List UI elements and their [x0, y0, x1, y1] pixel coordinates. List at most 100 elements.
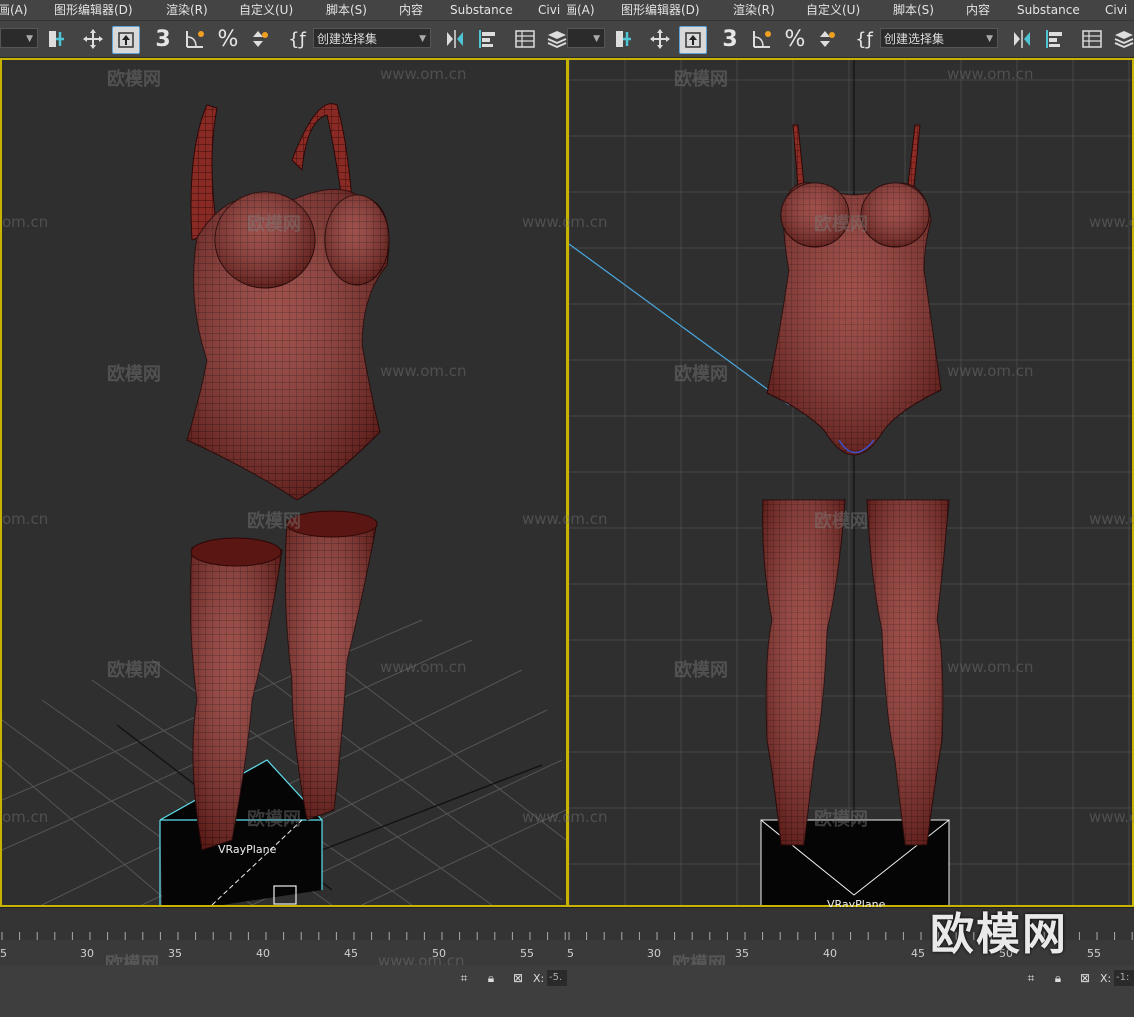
bodysuit-mesh[interactable] — [186, 103, 390, 501]
chevron-down-icon: ▼ — [26, 34, 33, 44]
watermark-cn: 欧模网 — [107, 69, 161, 90]
isolate-selection-icon[interactable]: ⌗ — [456, 971, 472, 987]
menu-rendering[interactable]: 渲染(R) — [166, 0, 208, 20]
percent-snap-icon[interactable]: % — [215, 26, 241, 52]
reference-coord-dropdown[interactable]: ▼ — [567, 28, 605, 48]
watermark-url: www.om.cn — [947, 658, 1034, 676]
watermark-url: www.om.cn — [1089, 213, 1134, 231]
menu-civil[interactable]: Civi — [1105, 0, 1127, 20]
3d-snap-icon[interactable]: 3 — [717, 26, 743, 52]
mirror-icon[interactable] — [442, 26, 468, 52]
scene-explorer-icon[interactable] — [512, 26, 538, 52]
coord-x-field[interactable]: -1: — [1114, 970, 1134, 986]
coord-x-label: X: — [1100, 972, 1112, 985]
stocking-left-mesh[interactable] — [762, 499, 846, 846]
menu-content[interactable]: 内容 — [399, 0, 423, 20]
watermark-url: www.om.cn — [522, 510, 567, 528]
select-object-icon[interactable] — [679, 26, 707, 54]
watermark-cn: 欧模网 — [247, 214, 301, 235]
align-icon[interactable] — [1042, 26, 1068, 52]
angle-snap-icon[interactable] — [749, 26, 775, 52]
watermark-url: www.om.cn — [567, 808, 608, 826]
reference-coord-dropdown[interactable]: ▼ — [0, 28, 38, 48]
layer-explorer-icon[interactable] — [1111, 26, 1134, 52]
menu-graph-editors[interactable]: 图形编辑器(D) — [54, 0, 133, 20]
ortho-grid — [569, 60, 1132, 905]
snap-toggle-icon[interactable] — [44, 26, 70, 52]
watermark-fragment: om.cn — [2, 808, 49, 826]
frame-number: 40 — [256, 947, 270, 960]
frame-number: 55 — [520, 947, 534, 960]
frame-number: 45 — [344, 947, 358, 960]
frame-number: 5 — [567, 947, 574, 960]
menu-content[interactable]: 内容 — [966, 0, 990, 20]
edit-named-selection-icon[interactable]: {ƒ — [284, 26, 310, 52]
named-selection-text: 创建选择集 — [317, 32, 378, 46]
mirror-icon[interactable] — [1009, 26, 1035, 52]
snap-toggle-icon[interactable] — [611, 26, 637, 52]
spinner-snap-icon[interactable] — [246, 26, 272, 52]
watermark-cn: 欧模网 — [674, 660, 728, 681]
watermark-url: www.om.cn — [1089, 808, 1134, 826]
watermark-cn: 欧模网 — [814, 511, 868, 532]
watermark-url: www.om.cn — [1089, 510, 1134, 528]
selection-lock-icon[interactable]: ⊠ — [1077, 971, 1093, 987]
main-toolbar: ▼ 3 % {ƒ 创建选择集 ▼ — [0, 21, 567, 58]
chevron-down-icon: ▼ — [986, 34, 993, 44]
named-selection-sets[interactable]: 创建选择集 ▼ — [313, 28, 431, 48]
move-icon[interactable] — [647, 26, 673, 52]
main-toolbar: ▼ 3 % {ƒ 创建选择集 ▼ — [567, 21, 1134, 58]
named-selection-sets[interactable]: 创建选择集 ▼ — [880, 28, 998, 48]
watermark-url: www.om.cn — [567, 510, 608, 528]
align-icon[interactable] — [475, 26, 501, 52]
menu-civil[interactable]: Civi — [538, 0, 560, 20]
spinner-snap-icon[interactable] — [813, 26, 839, 52]
scene-explorer-icon[interactable] — [1079, 26, 1105, 52]
percent-snap-icon[interactable]: % — [782, 26, 808, 52]
edit-named-selection-icon[interactable]: {ƒ — [851, 26, 877, 52]
menu-graph-editors[interactable]: 图形编辑器(D) — [621, 0, 700, 20]
watermark-url: www.om.cn — [567, 213, 608, 231]
menu-customize[interactable]: 自定义(U) — [806, 0, 860, 20]
layer-explorer-icon[interactable] — [544, 26, 567, 52]
watermark-url: www.om.cn — [380, 658, 467, 676]
3d-snap-icon[interactable]: 3 — [150, 26, 176, 52]
perspective-viewport[interactable]: VRayPlane 欧模网 www.om.cn om.cn 欧模网 www.om… — [0, 58, 567, 907]
chevron-down-icon: ▼ — [593, 34, 600, 44]
watermark-url: www.om.cn — [522, 808, 567, 826]
time-slider-track[interactable]: 5 30 35 40 45 50 55 欧模网 www.om.cn — [0, 907, 567, 975]
menu-customize[interactable]: 自定义(U) — [239, 0, 293, 20]
front-viewport[interactable]: VRayPlane 欧模网 www.om.cn www.om.cn 欧模网 ww… — [567, 58, 1134, 911]
watermark-url: www.om.cn — [947, 65, 1034, 83]
watermark-url: www.om.cn — [380, 65, 467, 83]
menu-animation[interactable]: 画(A) — [0, 0, 28, 20]
move-icon[interactable] — [80, 26, 106, 52]
coord-x-field[interactable]: -5. — [547, 970, 567, 986]
selection-lock-icon[interactable]: ⊠ — [510, 971, 526, 987]
watermark-fragment: om.cn — [2, 510, 49, 528]
site-watermark-logo: 欧模网 — [930, 909, 1068, 960]
angle-snap-icon[interactable] — [182, 26, 208, 52]
menu-rendering[interactable]: 渲染(R) — [733, 0, 775, 20]
menu-animation[interactable]: 画(A) — [567, 0, 595, 20]
watermark-cn: 欧模网 — [814, 809, 868, 830]
stocking-right-mesh[interactable] — [284, 510, 378, 821]
lock-icon[interactable]: 🔒︎ — [483, 971, 499, 987]
isolate-selection-icon[interactable]: ⌗ — [1023, 971, 1039, 987]
stocking-right-mesh[interactable] — [866, 499, 950, 846]
front-scene — [569, 60, 1132, 905]
watermark-cn: 欧模网 — [247, 809, 301, 830]
menu-bar: 画(A) 图形编辑器(D) 渲染(R) 自定义(U) 脚本(S) 内容 Subs… — [0, 0, 567, 21]
select-object-icon[interactable] — [112, 26, 140, 54]
watermark-cn: 欧模网 — [674, 69, 728, 90]
watermark-url: www.om.cn — [947, 362, 1034, 380]
watermark-cn: 欧模网 — [107, 660, 161, 681]
lock-icon[interactable]: 🔒︎ — [1050, 971, 1066, 987]
frame-number: 5 — [0, 947, 7, 960]
watermark-cn: 欧模网 — [814, 214, 868, 235]
menu-scripting[interactable]: 脚本(S) — [326, 0, 367, 20]
left-pane: 画(A) 图形编辑器(D) 渲染(R) 自定义(U) 脚本(S) 内容 Subs… — [0, 0, 567, 1017]
menu-scripting[interactable]: 脚本(S) — [893, 0, 934, 20]
menu-substance[interactable]: Substance — [450, 0, 513, 20]
menu-substance[interactable]: Substance — [1017, 0, 1080, 20]
